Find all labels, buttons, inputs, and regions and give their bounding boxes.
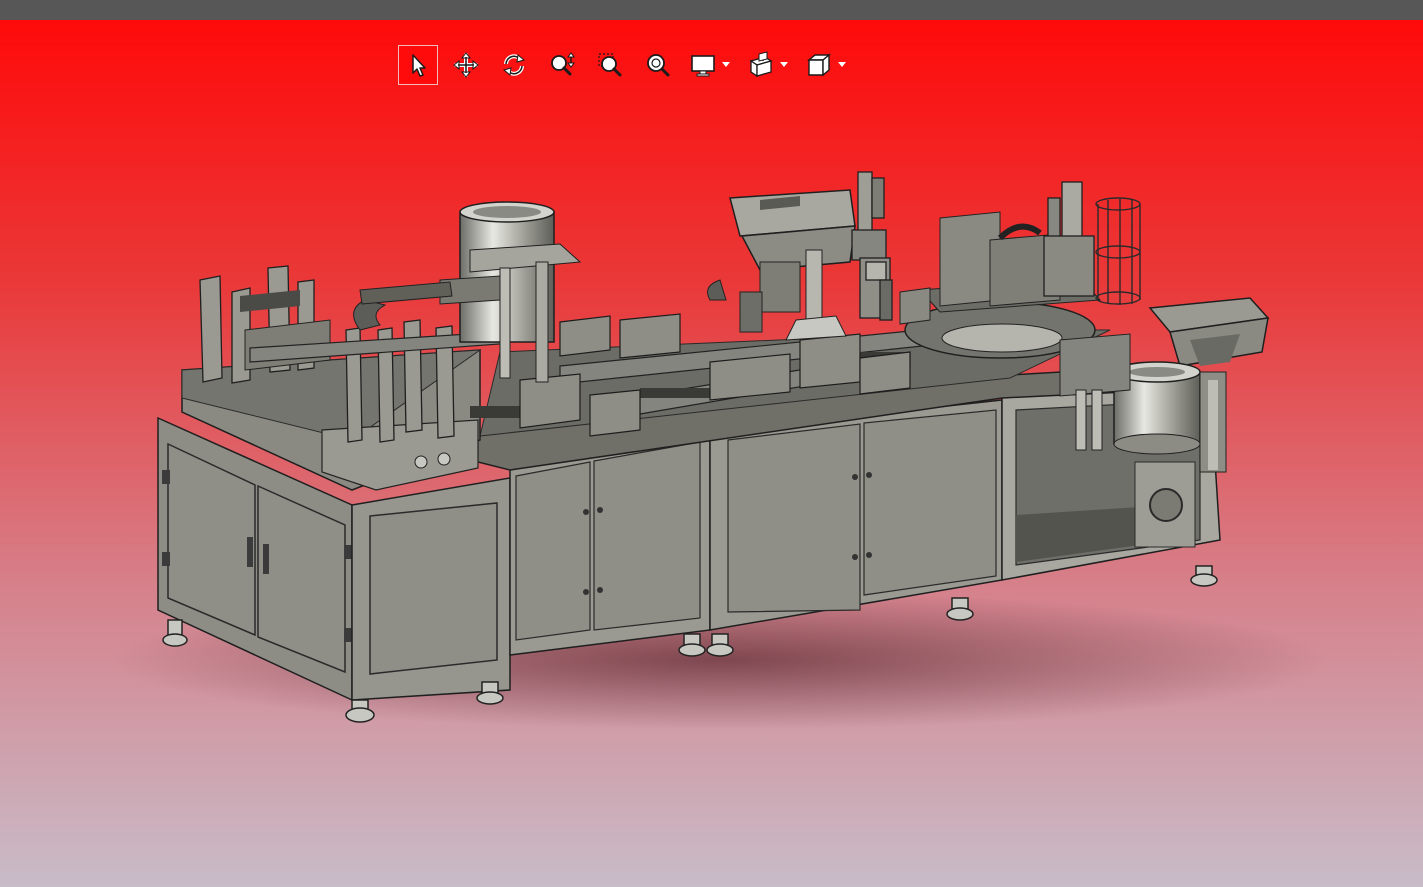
zoom-window-icon — [598, 53, 622, 77]
view-toolbar — [398, 45, 860, 85]
monitor-icon — [691, 55, 715, 77]
window-title-bar — [0, 0, 1423, 20]
zoom-updown-icon — [551, 52, 575, 76]
section-caret[interactable] — [778, 55, 790, 75]
cube-view-icon — [807, 53, 831, 77]
select-tool-button[interactable] — [398, 45, 438, 85]
pan-tool-button[interactable] — [446, 45, 486, 85]
chevron-down-icon — [722, 62, 730, 67]
chevron-down-icon — [838, 62, 846, 67]
view-orientation-button[interactable] — [802, 45, 836, 85]
pan-arrows-icon — [453, 52, 479, 78]
display-caret[interactable] — [720, 55, 732, 75]
3d-viewport[interactable] — [0, 20, 1423, 887]
section-dropdown — [744, 45, 790, 85]
assembly-machine-model[interactable] — [0, 20, 1423, 887]
display-dropdown — [686, 45, 732, 85]
rotate-icon — [502, 54, 526, 76]
tube-cage — [1095, 197, 1141, 305]
section-view-button[interactable] — [744, 45, 778, 85]
rotate-tool-button[interactable] — [494, 45, 534, 85]
vertical-tower — [851, 171, 893, 321]
pointer-icon — [412, 54, 426, 77]
chevron-down-icon — [780, 62, 788, 67]
middle-hopper — [729, 189, 856, 341]
section-view-icon — [749, 51, 773, 78]
zoom-window-button[interactable] — [590, 45, 630, 85]
views-dropdown — [802, 45, 848, 85]
zoom-fit-icon — [647, 54, 670, 77]
zoom-tool-button[interactable] — [542, 45, 582, 85]
display-button[interactable] — [686, 45, 720, 85]
views-caret[interactable] — [836, 55, 848, 75]
zoom-fit-button[interactable] — [638, 45, 678, 85]
